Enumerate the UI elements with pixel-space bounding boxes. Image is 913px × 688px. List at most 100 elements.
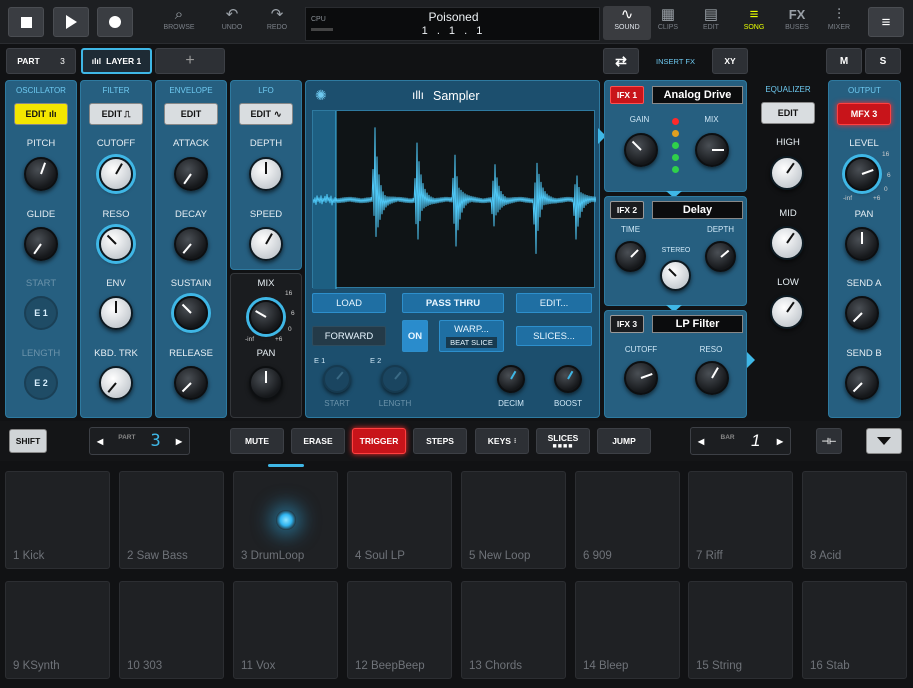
- eq-edit-button[interactable]: EDIT: [761, 102, 815, 124]
- slices-mode-button[interactable]: SLICES ■■■■: [536, 428, 590, 454]
- eq-mid-knob[interactable]: [770, 226, 804, 260]
- pad[interactable]: 4 Soul LP: [347, 471, 452, 569]
- sample-length-knob[interactable]: [381, 365, 409, 393]
- layer-1-tab[interactable]: ılıl LAYER 1: [81, 48, 152, 74]
- steps-button[interactable]: STEPS: [413, 428, 467, 454]
- undo-button[interactable]: ↶ UNDO: [208, 6, 256, 40]
- play-button[interactable]: [53, 7, 89, 37]
- ifx2-tag[interactable]: IFX 2: [610, 201, 644, 219]
- waveform-display[interactable]: [312, 110, 597, 289]
- solo-button[interactable]: S: [865, 48, 901, 74]
- time-knob[interactable]: [615, 241, 646, 272]
- pitch-knob[interactable]: [24, 157, 58, 191]
- sample-start-knob[interactable]: [323, 365, 351, 393]
- kbd-trk-knob[interactable]: [99, 366, 133, 400]
- send-a-knob[interactable]: [845, 296, 879, 330]
- ifx1-tag[interactable]: IFX 1: [610, 86, 644, 104]
- pad[interactable]: 6 909: [575, 471, 680, 569]
- browse-button[interactable]: ⌕ BROWSE: [155, 6, 203, 40]
- pad[interactable]: 8 Acid: [802, 471, 907, 569]
- song-tab[interactable]: ≡ SONG: [730, 6, 778, 40]
- menu-button[interactable]: ≡: [868, 7, 904, 37]
- mfx-button[interactable]: MFX 3: [837, 103, 891, 125]
- pass-thru-button[interactable]: PASS THRU: [402, 293, 504, 313]
- length-envelope-button[interactable]: E 2: [24, 366, 58, 400]
- buses-tab[interactable]: FX BUSES: [773, 6, 821, 40]
- lfo-depth-knob[interactable]: [249, 157, 283, 191]
- part-selector[interactable]: PART 3: [6, 48, 76, 74]
- left-arrow-icon[interactable]: ◀: [97, 437, 103, 446]
- ifx1-name[interactable]: Analog Drive: [652, 86, 743, 104]
- decay-knob[interactable]: [174, 227, 208, 261]
- load-button[interactable]: LOAD: [312, 293, 386, 313]
- lp-reso-knob[interactable]: [695, 361, 729, 395]
- eq-low-knob[interactable]: [770, 295, 804, 329]
- layer-mix-knob[interactable]: [249, 300, 283, 334]
- erase-button[interactable]: ERASE: [291, 428, 345, 454]
- layer-pan-knob[interactable]: [249, 366, 283, 400]
- pad[interactable]: 3 DrumLoop: [233, 471, 338, 569]
- pad[interactable]: 5 New Loop: [461, 471, 566, 569]
- delay-depth-knob[interactable]: [705, 241, 736, 272]
- level-knob[interactable]: [845, 157, 879, 191]
- record-button[interactable]: [97, 7, 133, 37]
- trigger-button[interactable]: TRIGGER: [352, 428, 406, 454]
- song-display[interactable]: CPU Poisoned 1 . 1 . 1: [305, 7, 600, 41]
- stereo-knob[interactable]: [660, 260, 691, 291]
- forward-button[interactable]: FORWARD: [312, 326, 386, 346]
- xy-button[interactable]: XY: [712, 48, 748, 74]
- release-knob[interactable]: [174, 366, 208, 400]
- out-pan-knob[interactable]: [845, 227, 879, 261]
- pad[interactable]: 14 Bleep: [575, 581, 680, 679]
- sustain-knob[interactable]: [174, 296, 208, 330]
- env-knob[interactable]: [99, 296, 133, 330]
- bar-stepper[interactable]: ◀ BAR 1 ▶: [690, 427, 791, 455]
- decim-knob[interactable]: [497, 365, 525, 393]
- left-arrow-icon[interactable]: ◀: [698, 437, 704, 446]
- pad[interactable]: 11 Vox: [233, 581, 338, 679]
- slices-button[interactable]: SLICES...: [516, 326, 592, 346]
- reso-knob[interactable]: [99, 227, 133, 261]
- mute-mode-button[interactable]: MUTE: [230, 428, 284, 454]
- collapse-button[interactable]: [866, 428, 902, 454]
- attack-knob[interactable]: [174, 157, 208, 191]
- eq-high-knob[interactable]: [770, 156, 804, 190]
- lp-cutoff-knob[interactable]: [624, 361, 658, 395]
- envelope-edit-button[interactable]: EDIT: [164, 103, 218, 125]
- mute-button[interactable]: M: [826, 48, 862, 74]
- pad[interactable]: 2 Saw Bass: [119, 471, 224, 569]
- glide-knob[interactable]: [24, 227, 58, 261]
- pad[interactable]: 1 Kick: [5, 471, 110, 569]
- cutoff-knob[interactable]: [99, 157, 133, 191]
- part-stepper[interactable]: ◀ PART 3 ▶: [89, 427, 190, 455]
- ifx3-tag[interactable]: IFX 3: [610, 315, 644, 333]
- ifx3-name[interactable]: LP Filter: [652, 315, 743, 333]
- sampler-edit-button[interactable]: EDIT...: [516, 293, 592, 313]
- right-arrow-icon[interactable]: ▶: [777, 437, 783, 446]
- keys-button[interactable]: KEYS ⁝: [475, 428, 529, 454]
- clips-tab[interactable]: ▦ CLIPS: [644, 6, 692, 40]
- boost-knob[interactable]: [554, 365, 582, 393]
- lfo-edit-button[interactable]: EDIT ∿: [239, 103, 293, 125]
- add-layer-button[interactable]: +: [155, 48, 225, 74]
- pad[interactable]: 15 String: [688, 581, 793, 679]
- split-button[interactable]: ⊣⊢: [816, 428, 842, 454]
- mixer-tab[interactable]: ⫶ MIXER: [815, 6, 863, 40]
- pad[interactable]: 7 Riff: [688, 471, 793, 569]
- gear-icon[interactable]: ✺: [315, 87, 327, 104]
- edit-tab[interactable]: ▤ EDIT: [687, 6, 735, 40]
- lfo-speed-knob[interactable]: [249, 227, 283, 261]
- warp-button[interactable]: WARP... BEAT SLICE: [439, 320, 504, 352]
- pad[interactable]: 13 Chords: [461, 581, 566, 679]
- shift-button[interactable]: SHIFT: [9, 429, 47, 453]
- gain-knob[interactable]: [624, 133, 658, 167]
- oscillator-edit-button[interactable]: EDIT ılı: [14, 103, 68, 125]
- stop-button[interactable]: [8, 7, 44, 37]
- jump-button[interactable]: JUMP: [597, 428, 651, 454]
- right-arrow-icon[interactable]: ▶: [176, 437, 182, 446]
- ifx2-name[interactable]: Delay: [652, 201, 743, 219]
- send-b-knob[interactable]: [845, 366, 879, 400]
- pad[interactable]: 16 Stab: [802, 581, 907, 679]
- filter-edit-button[interactable]: EDIT ⎍: [89, 103, 143, 125]
- warp-on-button[interactable]: ON: [402, 320, 428, 352]
